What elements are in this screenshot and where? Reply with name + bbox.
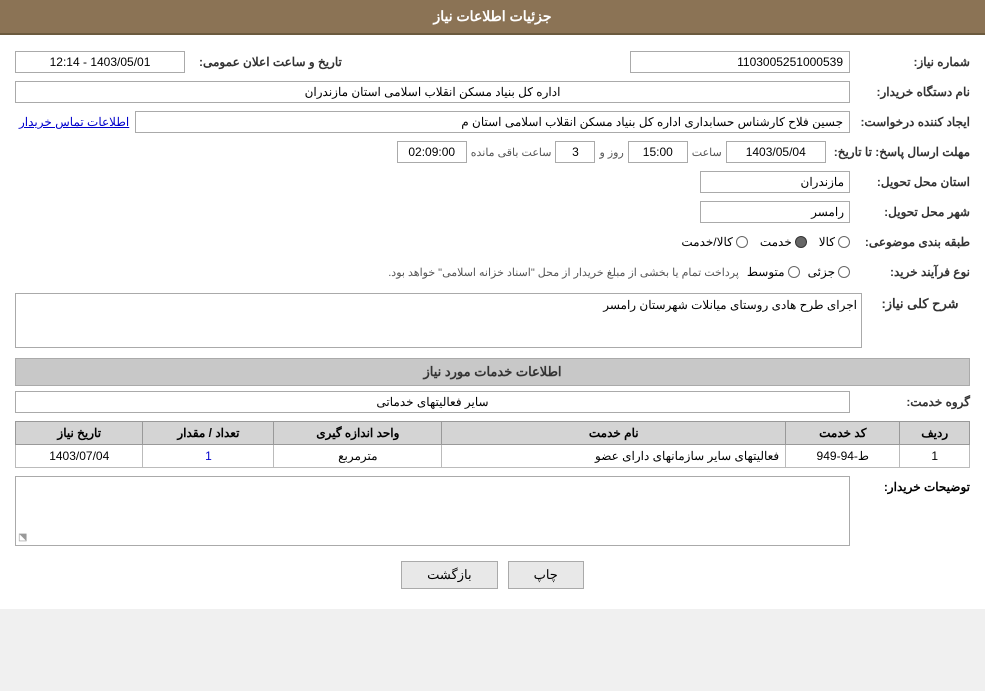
col-service-code: کد خدمت — [786, 422, 900, 445]
creator-link[interactable]: اطلاعات تماس خریدار — [19, 115, 129, 129]
category-kala[interactable]: کالا — [819, 235, 850, 249]
category-kala-radio[interactable] — [838, 236, 850, 248]
services-table-section: ردیف کد خدمت نام خدمت واحد اندازه گیری ت… — [15, 421, 970, 468]
back-button[interactable]: بازگشت — [401, 561, 497, 589]
need-number-value: 1103005251000539 — [630, 51, 850, 73]
table-row: 1 ط-94-949 فعالیتهای سایر سازمانهای دارا… — [16, 445, 970, 468]
buyer-desc-box: ⬔ — [15, 476, 850, 546]
service-group-value: سایر فعالیتهای خدماتی — [15, 391, 850, 413]
cell-row-num: 1 — [900, 445, 970, 468]
org-name-label: نام دستگاه خریدار: — [850, 85, 970, 99]
org-name-row: نام دستگاه خریدار: اداره کل بنیاد مسکن ا… — [15, 79, 970, 105]
org-name-value: اداره کل بنیاد مسکن انقلاب اسلامی استان … — [15, 81, 850, 103]
print-button[interactable]: چاپ — [508, 561, 584, 589]
cell-unit: مترمربع — [274, 445, 442, 468]
service-group-row: گروه خدمت: سایر فعالیتهای خدماتی — [15, 391, 970, 413]
col-unit: واحد اندازه گیری — [274, 422, 442, 445]
announce-date-value: 1403/05/01 - 12:14 — [15, 51, 185, 73]
col-count: تعداد / مقدار — [143, 422, 274, 445]
process-options-row: جزئی متوسط پرداخت تمام یا بخشی از مبلغ خ… — [388, 265, 850, 279]
process-row: نوع فرآیند خرید: جزئی متوسط پرداخت تمام … — [15, 259, 970, 285]
process-label: نوع فرآیند خرید: — [850, 265, 970, 279]
buyer-desc-row: توضیحات خریدار: ⬔ — [15, 476, 970, 546]
province-row: استان محل تحویل: مازندران — [15, 169, 970, 195]
category-khedmat-radio[interactable] — [795, 236, 807, 248]
category-kala-khedmat-label: کالا/خدمت — [681, 235, 732, 249]
category-kala-khedmat[interactable]: کالا/خدمت — [681, 235, 747, 249]
table-header-row: ردیف کد خدمت نام خدمت واحد اندازه گیری ت… — [16, 422, 970, 445]
services-section-title: اطلاعات خدمات مورد نیاز — [15, 358, 970, 386]
city-row: شهر محل تحویل: رامسر — [15, 199, 970, 225]
description-container: اجرای طرح هادی روستای میانلات شهرستان را… — [15, 293, 862, 348]
deadline-hours: 02:09:00 — [397, 141, 467, 163]
description-row: شرح کلی نیاز: اجرای طرح هادی روستای میان… — [15, 293, 970, 348]
process-motevaset-label: متوسط — [747, 265, 785, 279]
deadline-row: مهلت ارسال پاسخ: تا تاریخ: 1403/05/04 سا… — [15, 139, 970, 165]
deadline-date: 1403/05/04 — [726, 141, 826, 163]
process-jozei-label: جزئی — [808, 265, 835, 279]
deadline-time: 15:00 — [628, 141, 688, 163]
page-header: جزئیات اطلاعات نیاز — [0, 0, 985, 35]
header-title: جزئیات اطلاعات نیاز — [433, 8, 551, 24]
province-label: استان محل تحویل: — [850, 175, 970, 189]
process-motevaset[interactable]: متوسط — [747, 265, 800, 279]
category-row: طبقه بندی موضوعی: کالا خدمت کالا/خدمت — [15, 229, 970, 255]
buyer-desc-resize-icon: ⬔ — [18, 532, 27, 543]
col-date: تاریخ نیاز — [16, 422, 143, 445]
deadline-days-label: روز و — [599, 146, 623, 159]
deadline-hours-label: ساعت باقی مانده — [471, 146, 552, 159]
category-khedmat[interactable]: خدمت — [760, 235, 807, 249]
buttons-row: چاپ بازگشت — [15, 561, 970, 589]
creator-value: جسین فلاح کارشناس حسابداری اداره کل بنیا… — [135, 111, 850, 133]
service-group-label: گروه خدمت: — [850, 395, 970, 409]
description-value: اجرای طرح هادی روستای میانلات شهرستان را… — [15, 293, 862, 348]
announce-date-label: تاریخ و ساعت اعلان عمومی: — [191, 55, 342, 69]
category-kala-khedmat-radio[interactable] — [736, 236, 748, 248]
city-value: رامسر — [700, 201, 850, 223]
creator-row: ایجاد کننده درخواست: جسین فلاح کارشناس ح… — [15, 109, 970, 135]
cell-service-code: ط-94-949 — [786, 445, 900, 468]
creator-label: ایجاد کننده درخواست: — [850, 115, 970, 129]
cell-count: 1 — [143, 445, 274, 468]
city-label: شهر محل تحویل: — [850, 205, 970, 219]
category-kala-label: کالا — [819, 235, 835, 249]
deadline-label: مهلت ارسال پاسخ: تا تاریخ: — [826, 145, 970, 159]
process-note: پرداخت تمام یا بخشی از مبلغ خریدار از مح… — [388, 266, 739, 279]
deadline-time-label: ساعت — [692, 146, 722, 159]
cell-date: 1403/07/04 — [16, 445, 143, 468]
process-jozei[interactable]: جزئی — [808, 265, 850, 279]
process-jozei-radio[interactable] — [838, 266, 850, 278]
need-number-label: شماره نیاز: — [850, 55, 970, 69]
services-table: ردیف کد خدمت نام خدمت واحد اندازه گیری ت… — [15, 421, 970, 468]
need-number-row: شماره نیاز: 1103005251000539 تاریخ و ساع… — [15, 49, 970, 75]
category-radio-group: کالا خدمت کالا/خدمت — [681, 235, 850, 249]
province-value: مازندران — [700, 171, 850, 193]
col-service-name: نام خدمت — [442, 422, 786, 445]
cell-service-name: فعالیتهای سایر سازمانهای دارای عضو — [442, 445, 786, 468]
buyer-desc-label: توضیحات خریدار: — [850, 476, 970, 494]
col-row-num: ردیف — [900, 422, 970, 445]
description-section-label: شرح کلی نیاز: — [870, 293, 970, 315]
deadline-days: 3 — [555, 141, 595, 163]
deadline-date-row: 1403/05/04 ساعت 15:00 روز و 3 ساعت باقی … — [397, 141, 826, 163]
category-label: طبقه بندی موضوعی: — [850, 235, 970, 249]
process-motevaset-radio[interactable] — [788, 266, 800, 278]
category-khedmat-label: خدمت — [760, 235, 792, 249]
